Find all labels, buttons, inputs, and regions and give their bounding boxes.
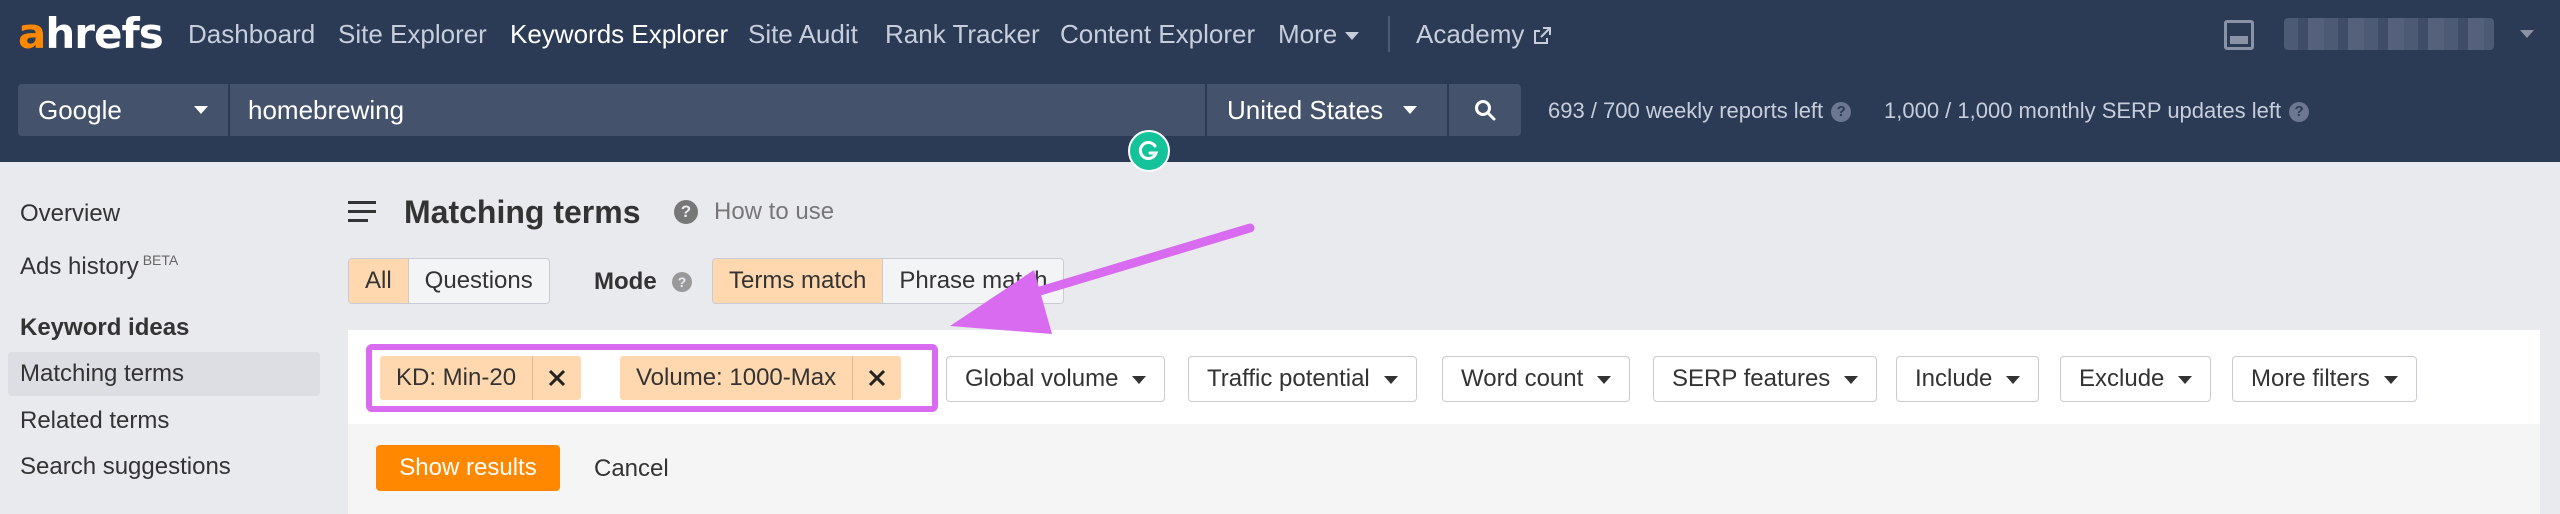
chevron-down-icon xyxy=(2178,375,2193,384)
beta-badge: BETA xyxy=(142,252,179,268)
external-link-icon xyxy=(1534,27,1552,45)
question-filter-toggle: All Questions xyxy=(348,258,550,304)
chevron-down-icon xyxy=(1403,106,1417,114)
mode-terms-match[interactable]: Terms match xyxy=(713,259,884,303)
weekly-quota: 693 / 700 weekly reports left? xyxy=(1548,98,1852,124)
chevron-down-icon xyxy=(1132,375,1147,384)
filter-word-count[interactable]: Word count xyxy=(1442,356,1631,402)
top-navigation-bar: ahrefs Dashboard Site Explorer Keywords … xyxy=(0,0,2560,172)
filter-chip-label: Volume: 1000-Max xyxy=(620,356,854,400)
sidebar-item-related-terms[interactable]: Related terms xyxy=(20,406,169,436)
filter-label: Include xyxy=(1915,365,1993,392)
filter-traffic-potential[interactable]: Traffic potential xyxy=(1188,356,1417,402)
filter-serp-features[interactable]: SERP features xyxy=(1653,356,1878,402)
country-select[interactable]: United States xyxy=(1207,84,1447,136)
nav-academy-label: Academy xyxy=(1416,19,1525,49)
search-engine-select[interactable]: Google xyxy=(18,84,228,136)
filter-label: Traffic potential xyxy=(1207,365,1370,392)
nav-keywords-explorer[interactable]: Keywords Explorer xyxy=(510,18,728,50)
filter-exclude[interactable]: Exclude xyxy=(2060,356,2212,402)
how-to-use-link[interactable]: ? How to use xyxy=(674,198,834,226)
sidebar-item-ads-history[interactable]: Ads history BETA xyxy=(20,245,178,282)
ahrefs-logo[interactable]: ahrefs xyxy=(18,6,164,62)
page-title: Matching terms xyxy=(404,194,641,230)
sidebar-item-search-suggestions[interactable]: Search suggestions xyxy=(20,452,231,482)
nav-more-label: More xyxy=(1278,19,1338,49)
chevron-down-icon xyxy=(1844,375,1859,384)
nav-more-dropdown[interactable]: More xyxy=(1278,18,1360,50)
mode-phrase-match[interactable]: Phrase match xyxy=(883,259,1064,303)
filter-chip-volume[interactable]: Volume: 1000-Max xyxy=(620,356,902,400)
chevron-down-icon xyxy=(1345,32,1360,41)
tab-questions[interactable]: Questions xyxy=(408,259,549,303)
close-icon[interactable] xyxy=(533,356,581,400)
close-icon[interactable] xyxy=(853,356,901,400)
chevron-down-icon xyxy=(1597,375,1612,384)
chevron-down-icon xyxy=(2383,375,2398,384)
filter-label: Global volume xyxy=(965,365,1119,392)
nav-content-explorer[interactable]: Content Explorer xyxy=(1060,18,1255,50)
search-button[interactable] xyxy=(1449,84,1521,136)
help-icon[interactable]: ? xyxy=(2289,102,2310,123)
mode-label: Mode xyxy=(594,268,657,295)
chevron-down-icon xyxy=(194,106,208,114)
menu-toggle-icon[interactable] xyxy=(348,201,376,223)
filter-include[interactable]: Include xyxy=(1896,356,2040,402)
help-icon: ? xyxy=(674,200,698,224)
chevron-down-icon xyxy=(2006,375,2021,384)
search-engine-value: Google xyxy=(38,95,122,125)
filter-global-volume[interactable]: Global volume xyxy=(946,356,1166,402)
sidebar-item-label: Ads history xyxy=(20,253,139,280)
tab-all[interactable]: All xyxy=(349,259,409,303)
filter-chip-label: KD: Min-20 xyxy=(380,356,534,400)
filter-label: SERP features xyxy=(1672,365,1831,392)
filter-label: Exclude xyxy=(2079,365,2165,392)
filter-footer xyxy=(348,424,2540,514)
keyword-search-input[interactable] xyxy=(230,84,1205,136)
how-to-use-label: How to use xyxy=(714,198,835,225)
workspace-icon[interactable] xyxy=(2224,20,2254,50)
account-chevron-down-icon[interactable] xyxy=(2520,30,2534,38)
filter-label: Word count xyxy=(1461,365,1584,392)
nav-dashboard[interactable]: Dashboard xyxy=(188,18,315,50)
filter-label: More filters xyxy=(2251,365,2370,392)
sidebar-item-matching-terms[interactable]: Matching terms xyxy=(20,359,184,389)
nav-site-audit[interactable]: Site Audit xyxy=(748,18,858,50)
sidebar-heading-keyword-ideas: Keyword ideas xyxy=(20,314,190,341)
match-mode-toggle: Terms match Phrase match xyxy=(712,258,1065,304)
nav-academy[interactable]: Academy xyxy=(1416,18,1552,50)
search-icon xyxy=(1475,100,1496,121)
monthly-quota-text: 1,000 / 1,000 monthly SERP updates left xyxy=(1884,98,2282,123)
nav-site-explorer[interactable]: Site Explorer xyxy=(338,18,487,50)
help-icon[interactable]: ? xyxy=(672,272,692,292)
show-results-button[interactable]: Show results xyxy=(376,445,560,491)
chevron-down-icon xyxy=(1383,375,1398,384)
cancel-button[interactable]: Cancel xyxy=(594,455,669,483)
weekly-quota-text: 693 / 700 weekly reports left xyxy=(1548,98,1824,123)
help-icon[interactable]: ? xyxy=(1831,102,1852,123)
nav-divider xyxy=(1388,16,1390,52)
filter-chip-kd[interactable]: KD: Min-20 xyxy=(380,356,582,400)
country-value: United States xyxy=(1227,95,1384,125)
grammarly-icon[interactable] xyxy=(1128,130,1170,172)
sidebar-item-overview[interactable]: Overview xyxy=(20,199,120,229)
nav-rank-tracker[interactable]: Rank Tracker xyxy=(885,18,1040,50)
filter-more-filters[interactable]: More filters xyxy=(2232,356,2417,402)
account-name-redacted[interactable] xyxy=(2284,18,2494,50)
monthly-quota: 1,000 / 1,000 monthly SERP updates left? xyxy=(1884,98,2310,124)
